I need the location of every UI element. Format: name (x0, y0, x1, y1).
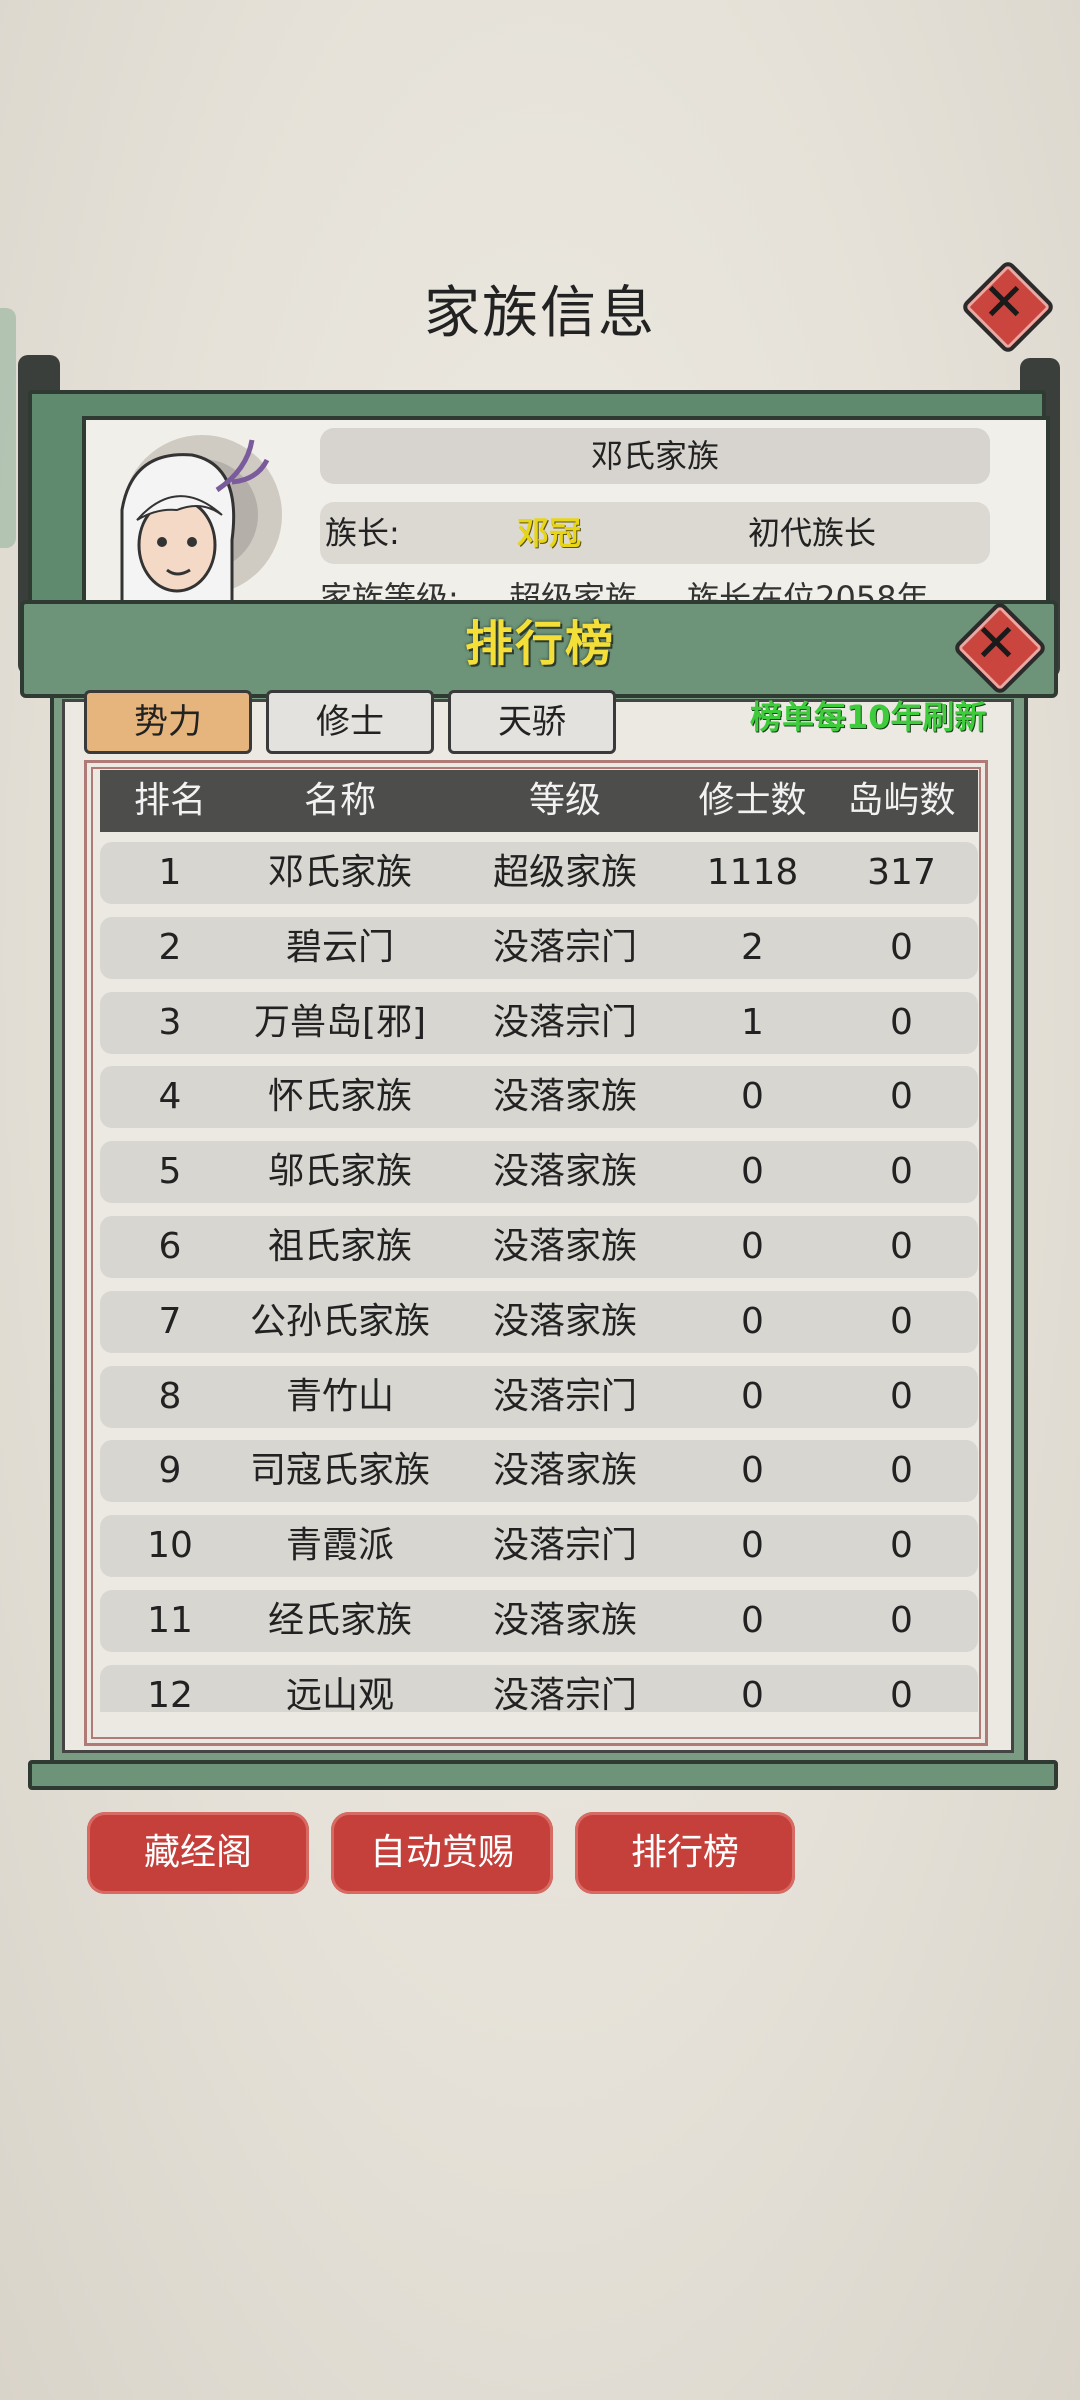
table-row[interactable]: 5 邬氏家族 没落家族 0 0 (100, 1141, 978, 1204)
name-cell: 怀氏家族 (267, 1076, 412, 1118)
level-cell: 超级家族 (492, 852, 637, 893)
refresh-note: 榜单每10年刷新 (750, 698, 987, 736)
level-cell: 没落宗门 (492, 1674, 637, 1712)
name-cell: 司寇氏家族 (249, 1450, 430, 1492)
rank-cell: 11 (147, 1600, 193, 1641)
level-cell: 没落家族 (492, 1600, 637, 1641)
level-cell: 没落家族 (492, 1226, 637, 1267)
level-cell: 没落家族 (492, 1151, 637, 1193)
column-header-rank: 排名 (133, 780, 206, 821)
rank-cell: 12 (147, 1674, 193, 1712)
family-leader-avatar[interactable] (82, 420, 282, 620)
scroll-bottom-rod (28, 1760, 1058, 1790)
table-row[interactable]: 6 祖氏家族 没落家族 0 0 (100, 1216, 978, 1278)
name-cell: 青竹山 (285, 1375, 394, 1417)
table-row[interactable]: 12 远山观 没落宗门 0 0 (100, 1664, 978, 1712)
close-icon: ✕ (974, 614, 1018, 674)
islands-cell: 317 (867, 852, 936, 893)
islands-cell: 0 (890, 1076, 913, 1118)
rank-cell: 1 (158, 852, 182, 893)
column-header-cultivators: 修士数 (698, 780, 807, 821)
rank-cell: 7 (158, 1300, 182, 1342)
islands-cell: 0 (890, 1001, 913, 1043)
rank-cell: 8 (158, 1375, 182, 1417)
level-cell: 没落家族 (492, 1450, 637, 1492)
table-row[interactable]: 2 碧云门 没落宗门 2 0 (100, 916, 978, 979)
level-cell: 没落家族 (492, 1300, 637, 1342)
leader-name: 邓冠 (517, 514, 582, 552)
ranking-button[interactable]: 排行榜 (575, 1812, 795, 1894)
name-cell: 邓氏家族 (267, 852, 412, 893)
cultivators-cell: 0 (741, 1076, 764, 1118)
islands-cell: 0 (890, 926, 913, 968)
cultivators-cell: 0 (741, 1674, 764, 1712)
level-cell: 没落宗门 (492, 1001, 637, 1043)
name-cell: 远山观 (285, 1674, 394, 1712)
rank-cell: 5 (158, 1151, 182, 1193)
level-cell: 没落家族 (492, 1076, 637, 1118)
name-cell: 碧云门 (285, 926, 394, 968)
close-family-info-button[interactable]: ✕ (959, 258, 1057, 356)
islands-cell: 0 (890, 1375, 913, 1417)
tab-cultivators[interactable]: 修士 (266, 690, 434, 754)
name-cell: 祖氏家族 (267, 1226, 412, 1267)
tab-prodigies[interactable]: 天骄 (448, 690, 616, 754)
level-cell: 没落宗门 (492, 1375, 637, 1417)
islands-cell: 0 (890, 1600, 913, 1641)
rank-cell: 3 (158, 1001, 182, 1043)
islands-cell: 0 (890, 1450, 913, 1492)
rank-cell: 4 (158, 1076, 182, 1118)
page-title: 家族信息 (424, 281, 656, 346)
cultivators-cell: 0 (741, 1600, 764, 1641)
family-name: 邓氏家族 (320, 428, 990, 484)
cultivators-cell: 0 (741, 1375, 764, 1417)
rank-cell: 10 (147, 1525, 193, 1567)
table-row[interactable]: 8 青竹山 没落宗门 0 0 (100, 1365, 978, 1428)
cultivators-cell: 0 (741, 1226, 764, 1267)
table-row[interactable]: 1 邓氏家族 超级家族 1118 317 (100, 842, 978, 904)
islands-cell: 0 (890, 1674, 913, 1712)
column-header-name: 名称 (303, 780, 376, 821)
table-row[interactable]: 3 万兽岛[邪] 没落宗门 1 0 (100, 991, 978, 1054)
rank-cell: 2 (158, 926, 182, 968)
tab-influence[interactable]: 势力 (84, 690, 252, 754)
scripture-pavilion-button[interactable]: 藏经阁 (87, 1812, 309, 1894)
cultivators-cell: 0 (741, 1450, 764, 1492)
table-row[interactable]: 9 司寇氏家族 没落家族 0 0 (100, 1440, 978, 1503)
cultivators-cell: 2 (741, 926, 764, 968)
table-row[interactable]: 10 青霞派 没落宗门 0 0 (100, 1515, 978, 1578)
ranking-list[interactable]: 1 邓氏家族 超级家族 1118 317 2 碧云门 没落宗门 2 0 3 万兽岛[邪] 没落宗门 1 0 4… (100, 842, 978, 1712)
column-header-level: 等级 (528, 780, 601, 821)
cultivators-cell: 1 (741, 1001, 764, 1043)
leader-row-background (320, 502, 990, 564)
auto-reward-button[interactable]: 自动赏赐 (331, 1812, 553, 1894)
rank-cell: 6 (158, 1226, 182, 1267)
cultivators-cell: 0 (741, 1525, 764, 1567)
table-row[interactable]: 11 经氏家族 没落家族 0 0 (100, 1590, 978, 1652)
name-cell: 万兽岛[邪] (253, 1001, 427, 1043)
table-row[interactable]: 7 公孙氏家族 没落家族 0 0 (100, 1290, 978, 1353)
ranking-title: 排行榜 (464, 616, 615, 672)
leader-title: 初代族长 (748, 514, 877, 552)
name-cell: 青霞派 (285, 1525, 394, 1567)
cultivators-cell: 1118 (706, 852, 799, 893)
level-cell: 没落宗门 (492, 926, 637, 968)
islands-cell: 0 (890, 1525, 913, 1567)
table-row[interactable]: 4 怀氏家族 没落家族 0 0 (100, 1066, 978, 1129)
islands-cell: 0 (890, 1300, 913, 1342)
level-cell: 没落宗门 (492, 1525, 637, 1567)
close-ranking-button[interactable]: ✕ (951, 599, 1049, 697)
islands-cell: 0 (890, 1226, 913, 1267)
rank-cell: 9 (158, 1450, 182, 1492)
cultivators-cell: 0 (741, 1300, 764, 1342)
close-icon: ✕ (982, 273, 1026, 333)
name-cell: 邬氏家族 (267, 1151, 412, 1193)
name-cell: 经氏家族 (267, 1600, 412, 1641)
cultivators-cell: 0 (741, 1151, 764, 1193)
leader-label: 族长: (325, 514, 400, 552)
column-header-islands: 岛屿数 (847, 780, 956, 821)
islands-cell: 0 (890, 1151, 913, 1193)
name-cell: 公孙氏家族 (249, 1300, 430, 1342)
